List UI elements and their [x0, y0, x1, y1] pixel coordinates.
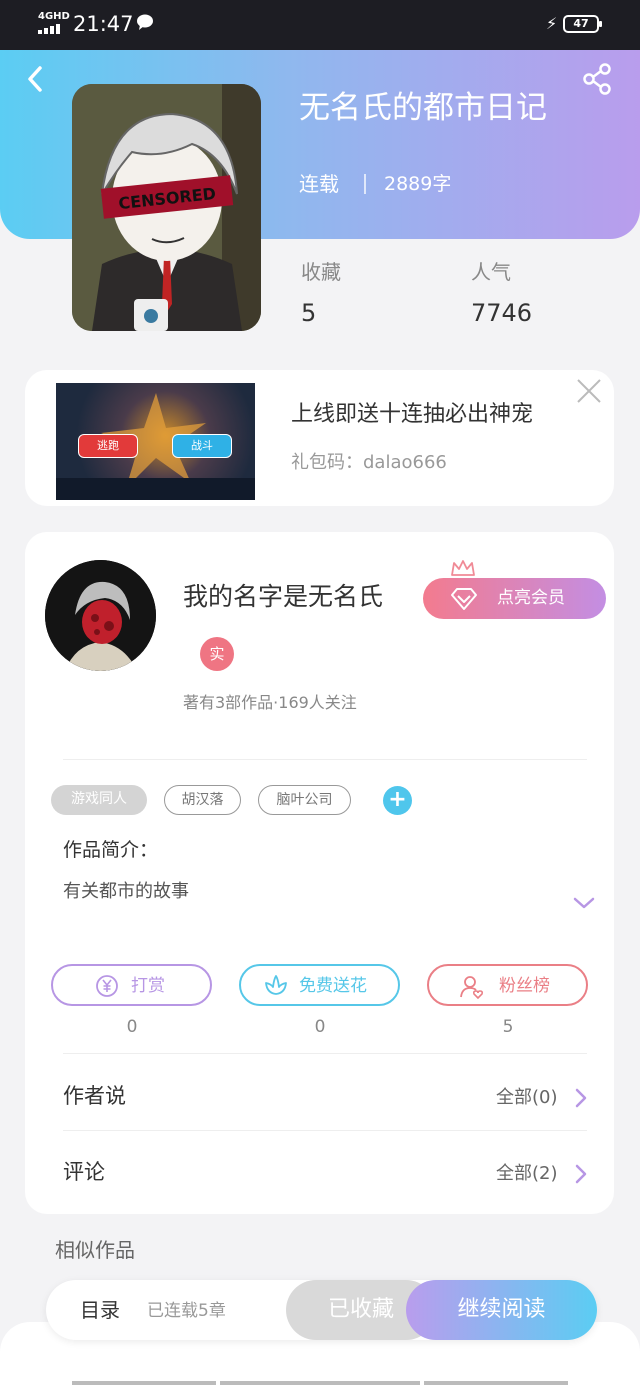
network-indicator: 4GHD: [38, 11, 70, 22]
author-avatar[interactable]: [45, 560, 156, 671]
fans-ranking-button-label: 粉丝榜: [499, 976, 550, 996]
ad-image[interactable]: 逃跑 战斗: [56, 383, 255, 500]
divider: [63, 1053, 587, 1054]
ad-escape-button: 逃跑: [78, 434, 138, 458]
word-count: 2889字: [384, 173, 452, 195]
comments-all-link[interactable]: 全部(2): [496, 1159, 558, 1189]
book-title: 无名氏的都市日记: [299, 90, 547, 126]
popularity-label: 人气: [471, 260, 511, 284]
similar-works-title: 相似作品: [55, 1238, 135, 1262]
back-arrow-icon[interactable]: [22, 64, 50, 94]
status-bar: 4GHD 21:47 ⚡ 47: [0, 0, 640, 50]
comments-label[interactable]: 评论: [63, 1156, 105, 1188]
diamond-icon: [451, 588, 477, 610]
charging-icon: ⚡: [546, 14, 558, 33]
ad-title[interactable]: 上线即送十连抽必出神宠: [291, 398, 533, 432]
close-icon[interactable]: [576, 378, 602, 404]
fans-count: 5: [502, 1017, 514, 1037]
vip-button-label: 点亮会员: [497, 588, 565, 608]
tag-game-fanfic[interactable]: 游戏同人: [51, 785, 147, 815]
intro-title: 作品简介：: [63, 839, 159, 861]
chat-notification-icon: [137, 14, 153, 30]
tip-count: 0: [126, 1017, 138, 1037]
author-notes-label[interactable]: 作者说: [63, 1080, 126, 1112]
send-flower-button-label: 免费送花: [299, 976, 367, 996]
author-name[interactable]: 我的名字是无名氏: [183, 578, 383, 616]
continue-reading-button[interactable]: 继续阅读: [406, 1280, 597, 1340]
yen-icon: [96, 975, 118, 997]
author-notes-all-link[interactable]: 全部(0): [496, 1083, 558, 1113]
tag-hu-hanluo[interactable]: 胡汉落: [164, 785, 241, 815]
chapter-count: 已连载5章: [147, 1301, 226, 1321]
signal-icon: [38, 24, 60, 34]
chevron-down-icon[interactable]: [572, 895, 596, 911]
vip-button[interactable]: 点亮会员: [423, 578, 606, 619]
chevron-right-icon[interactable]: [575, 1088, 587, 1108]
divider: [63, 759, 587, 760]
ad-gift-code: 礼包码：dalao666: [291, 452, 447, 473]
favorites-value: 5: [301, 299, 317, 327]
verified-badge: 实: [200, 637, 234, 671]
send-flower-button[interactable]: 免费送花: [239, 964, 400, 1006]
book-cover[interactable]: CENSORED: [72, 84, 261, 331]
fans-ranking-button[interactable]: 粉丝榜: [427, 964, 588, 1006]
tag-lobotomy-corp[interactable]: 脑叶公司: [258, 785, 351, 815]
table-of-contents-button[interactable]: 目录: [80, 1295, 120, 1325]
flower-count: 0: [314, 1017, 326, 1037]
intro-text: 有关都市的故事: [63, 881, 189, 902]
avatar-illustration: [45, 560, 156, 671]
add-tag-button[interactable]: +: [383, 786, 412, 815]
cover-illustration: CENSORED: [72, 84, 261, 331]
crown-icon: [451, 560, 475, 576]
fans-icon: [460, 976, 484, 1000]
flower-icon: [265, 975, 287, 995]
share-icon[interactable]: [580, 62, 614, 96]
scroll-indicator: [220, 1381, 420, 1385]
battery-indicator: 47: [563, 15, 602, 33]
author-meta: 著有3部作品·169人关注: [183, 693, 357, 712]
divider: [364, 174, 366, 194]
scroll-indicator: [72, 1381, 216, 1385]
tip-button[interactable]: 打赏: [51, 964, 212, 1006]
ad-fight-button: 战斗: [172, 434, 232, 458]
favorites-label: 收藏: [301, 260, 341, 284]
popularity-value: 7746: [471, 299, 533, 327]
divider: [63, 1130, 587, 1131]
clock: 21:47: [73, 12, 134, 36]
scroll-indicator: [424, 1381, 568, 1385]
chevron-right-icon[interactable]: [575, 1164, 587, 1184]
serial-status: 连载: [299, 172, 339, 196]
tip-button-label: 打赏: [131, 976, 165, 996]
